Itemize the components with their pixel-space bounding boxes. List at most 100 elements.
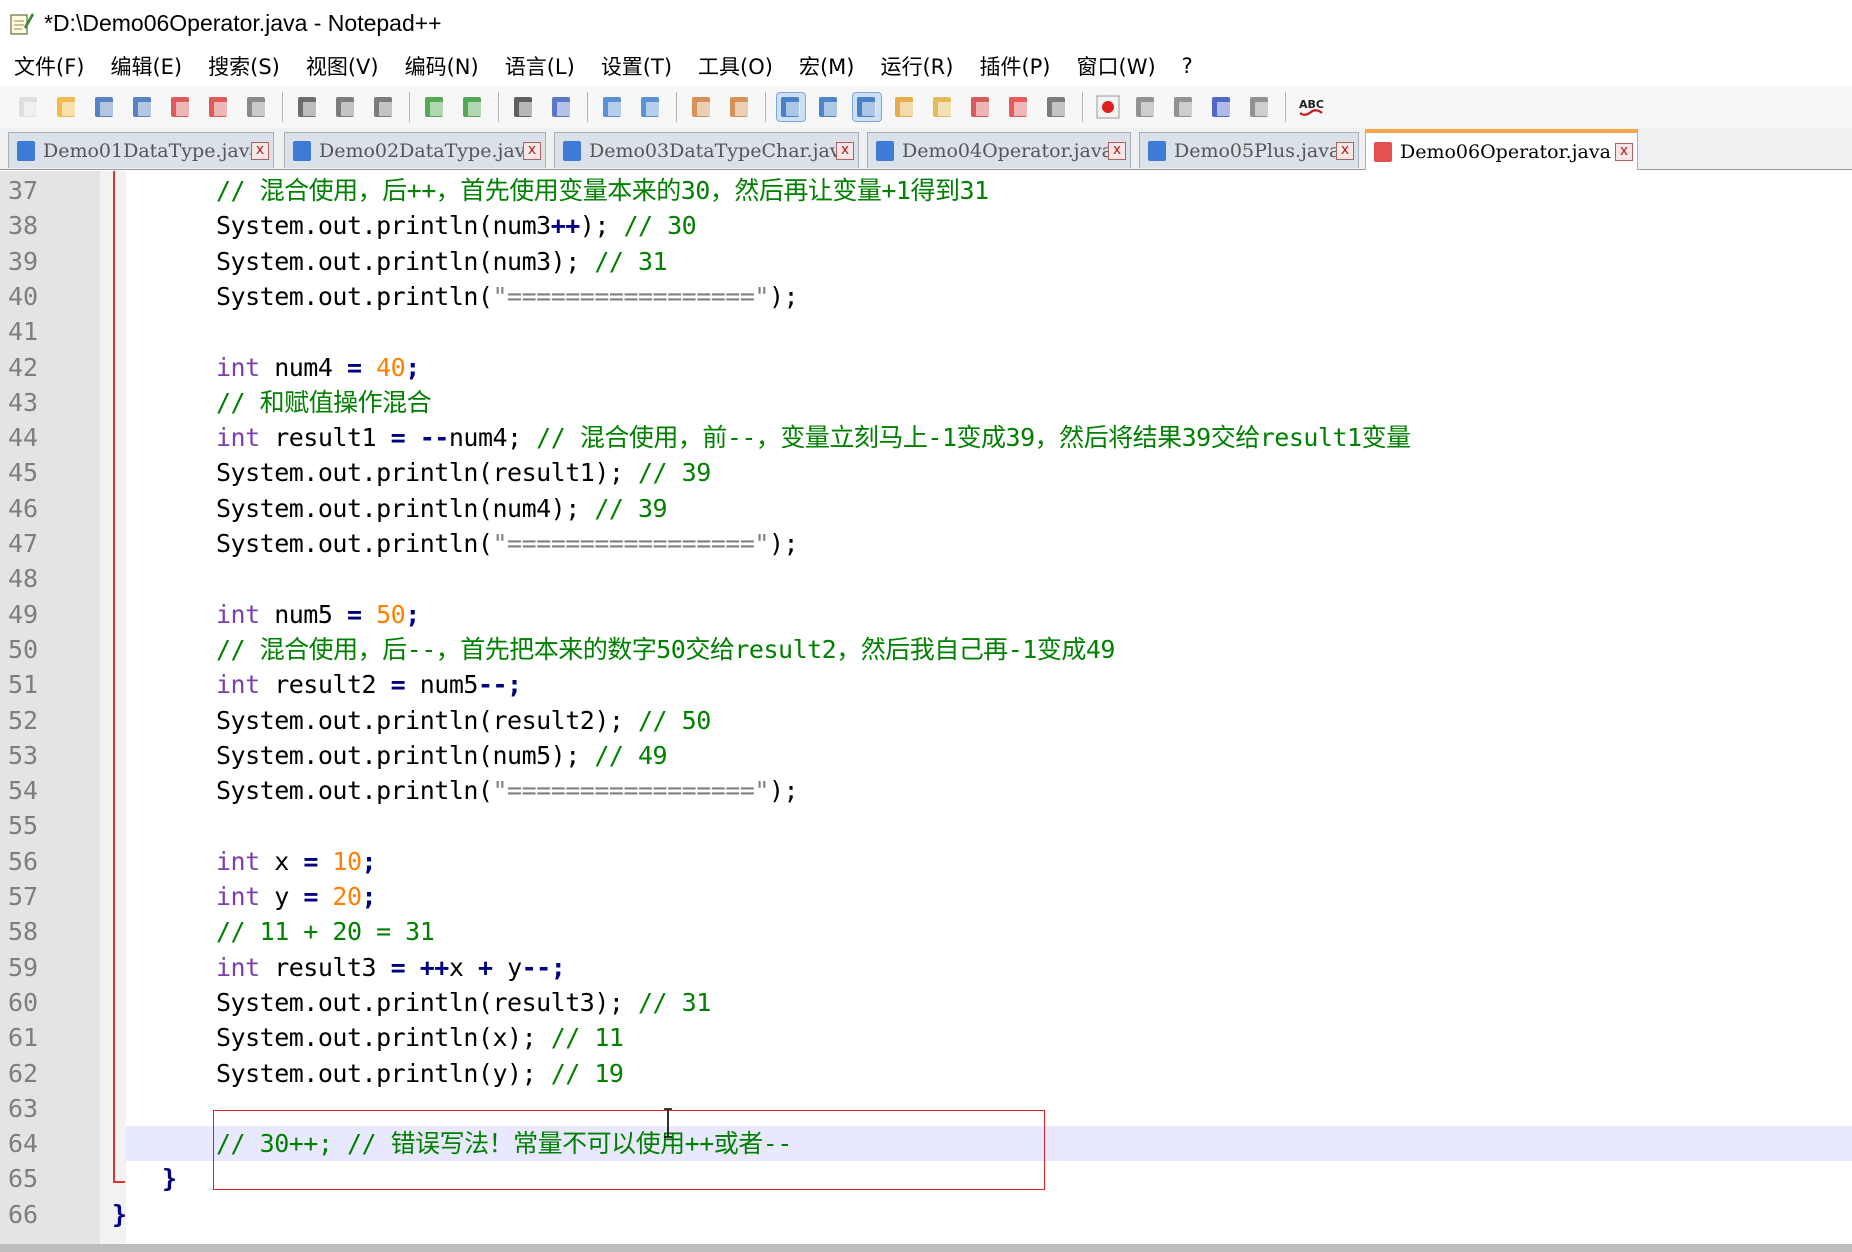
code-token-kw: int <box>216 670 260 700</box>
code-line[interactable] <box>126 314 1852 349</box>
user-lang-icon[interactable] <box>891 93 919 121</box>
code-line[interactable]: System.out.println(num4); // 39 <box>126 491 1852 526</box>
code-line[interactable]: System.out.println(x); // 11 <box>126 1020 1852 1055</box>
code-token-op: ; <box>361 846 377 876</box>
code-line[interactable]: int num4 = 40; <box>126 350 1852 385</box>
menu-item-5[interactable]: 语言(L) <box>491 51 587 81</box>
code-editor[interactable]: 37 38 39 40 41 42 43 44 45 46 47 48 49 50 51 52 53 54 55 56… <box>0 171 1852 1245</box>
line-number: 41 <box>8 317 39 347</box>
code-line[interactable]: } <box>112 1197 1852 1232</box>
code-line[interactable]: System.out.println(result2); // 50 <box>126 703 1852 738</box>
menu-item-3[interactable]: 视图(V) <box>292 51 391 81</box>
menu-item-1[interactable]: 编辑(E) <box>96 51 194 81</box>
folder-workspace-icon[interactable] <box>1005 93 1033 121</box>
menu-item-4[interactable]: 编码(N) <box>391 51 491 81</box>
title-bar: *D:\Demo06Operator.java - Notepad++ <box>0 0 1852 46</box>
code-line[interactable]: System.out.println(y); // 19 <box>126 1056 1852 1091</box>
code-line[interactable]: System.out.println("================="); <box>126 279 1852 314</box>
sync-h-icon[interactable] <box>726 93 754 121</box>
code-line[interactable]: System.out.println(num3++); // 30 <box>126 208 1852 243</box>
tab-close-icon[interactable]: x <box>836 141 854 160</box>
zoom-in-icon[interactable] <box>599 93 627 121</box>
tab-demo02datatype-java[interactable]: Demo02DataType.java x <box>284 132 546 168</box>
code-line[interactable]: System.out.println(result3); // 31 <box>126 985 1852 1020</box>
save-icon[interactable] <box>91 93 119 121</box>
file-save-state-icon <box>876 140 894 161</box>
run-multiple-macro-icon[interactable] <box>1208 93 1236 121</box>
monitor-icon[interactable] <box>1043 93 1071 121</box>
menu-item-10[interactable]: 插件(P) <box>965 51 1062 81</box>
redo-icon[interactable] <box>459 93 487 121</box>
print-icon[interactable] <box>243 93 271 121</box>
tab-demo04operator-java[interactable]: Demo04Operator.java x <box>867 132 1131 168</box>
tab-demo01datatype-java[interactable]: Demo01DataType.java x <box>8 132 274 168</box>
save-all-icon[interactable] <box>129 93 157 121</box>
tab-label: Demo02DataType.java <box>319 139 523 162</box>
function-list-icon[interactable] <box>967 93 995 121</box>
undo-icon[interactable] <box>421 93 449 121</box>
code-token-kw: int <box>216 599 260 629</box>
tab-close-icon[interactable]: x <box>1615 142 1633 161</box>
tab-demo05plus-java[interactable]: Demo05Plus.java x <box>1139 132 1359 168</box>
menu-item-9[interactable]: 运行(R) <box>866 51 965 81</box>
code-line[interactable]: System.out.println(num3); // 31 <box>126 244 1852 279</box>
menu-item-0[interactable]: 文件(F) <box>0 51 96 81</box>
replace-icon[interactable] <box>548 93 576 121</box>
code-line[interactable]: int result1 = --num4; // 混合使用，前--，变量立刻马上… <box>126 420 1852 455</box>
code-line[interactable]: // 和赋值操作混合 <box>126 385 1852 420</box>
code-token-kw: int <box>216 423 260 453</box>
indent-guide-icon[interactable] <box>852 92 882 122</box>
find-icon[interactable] <box>510 93 538 121</box>
code-token-cm: // 和赋值操作混合 <box>216 387 432 417</box>
record-macro-icon[interactable] <box>1094 93 1122 121</box>
code-line[interactable]: int x = 10; <box>126 844 1852 879</box>
menu-item-7[interactable]: 工具(O) <box>684 51 785 81</box>
code-line[interactable]: System.out.println("================="); <box>126 773 1852 808</box>
paste-icon[interactable] <box>370 93 398 121</box>
save-macro-icon[interactable] <box>1246 93 1274 121</box>
show-all-chars-icon[interactable] <box>815 93 843 121</box>
code-line[interactable]: // 混合使用，后--，首先把本来的数字50交给result2，然后我自己再-1… <box>126 632 1852 667</box>
code-line[interactable]: int y = 20; <box>126 879 1852 914</box>
menu-item-2[interactable]: 搜索(S) <box>194 51 292 81</box>
menu-item-6[interactable]: 设置(T) <box>587 51 684 81</box>
copy-icon[interactable] <box>332 93 360 121</box>
code-token-id: result2 <box>259 670 391 700</box>
tab-close-icon[interactable]: x <box>523 141 541 160</box>
menu-item-11[interactable]: 窗口(W) <box>1063 51 1168 81</box>
code-line[interactable] <box>126 808 1852 843</box>
tab-close-icon[interactable]: x <box>1108 141 1126 160</box>
tab-close-icon[interactable]: x <box>251 141 269 160</box>
cut-icon[interactable] <box>294 93 322 121</box>
close-icon[interactable] <box>167 93 195 121</box>
doc-map-icon[interactable] <box>929 93 957 121</box>
close-all-icon[interactable] <box>205 93 233 121</box>
code-line[interactable]: // 11 + 20 = 31 <box>126 914 1852 949</box>
tab-close-icon[interactable]: x <box>1336 141 1354 160</box>
code-line[interactable]: // 混合使用，后++，首先使用变量本来的30，然后再让变量+1得到31 <box>126 173 1852 208</box>
code-line[interactable]: int num5 = 50; <box>126 597 1852 632</box>
open-file-icon[interactable] <box>53 93 81 121</box>
zoom-out-icon[interactable] <box>637 93 665 121</box>
code-line[interactable]: int result3 = ++x + y--; <box>126 950 1852 985</box>
play-macro-icon[interactable] <box>1170 93 1198 121</box>
code-area[interactable]: // 混合使用，后++，首先使用变量本来的30，然后再让变量+1得到31 Syst… <box>112 171 1852 1245</box>
word-wrap-icon[interactable] <box>776 92 806 122</box>
menu-item-12[interactable]: ? <box>1168 54 1205 78</box>
code-token-cm: // 11 <box>536 1023 624 1053</box>
code-line[interactable]: System.out.println("================="); <box>126 526 1852 561</box>
code-token-kw: int <box>216 882 260 911</box>
code-line[interactable] <box>126 561 1852 596</box>
code-line[interactable]: int result2 = num5--; <box>126 667 1852 702</box>
code-line[interactable]: System.out.println(result1); // 39 <box>126 455 1852 490</box>
code-token-id: System.out.println(result3); <box>216 987 624 1017</box>
stop-macro-icon[interactable] <box>1132 93 1160 121</box>
code-line[interactable]: System.out.println(num5); // 49 <box>126 738 1852 773</box>
menu-item-8[interactable]: 宏(M) <box>785 51 867 81</box>
tab-demo06operator-java[interactable]: Demo06Operator.java x <box>1365 129 1638 170</box>
spellcheck-icon[interactable]: ABC <box>1297 93 1325 121</box>
sync-v-icon[interactable] <box>688 93 716 121</box>
tab-demo03datatypechar-java[interactable]: Demo03DataTypeChar.java x <box>554 132 859 168</box>
code-token-cm: // 19 <box>536 1058 624 1088</box>
new-file-icon[interactable] <box>15 93 43 121</box>
